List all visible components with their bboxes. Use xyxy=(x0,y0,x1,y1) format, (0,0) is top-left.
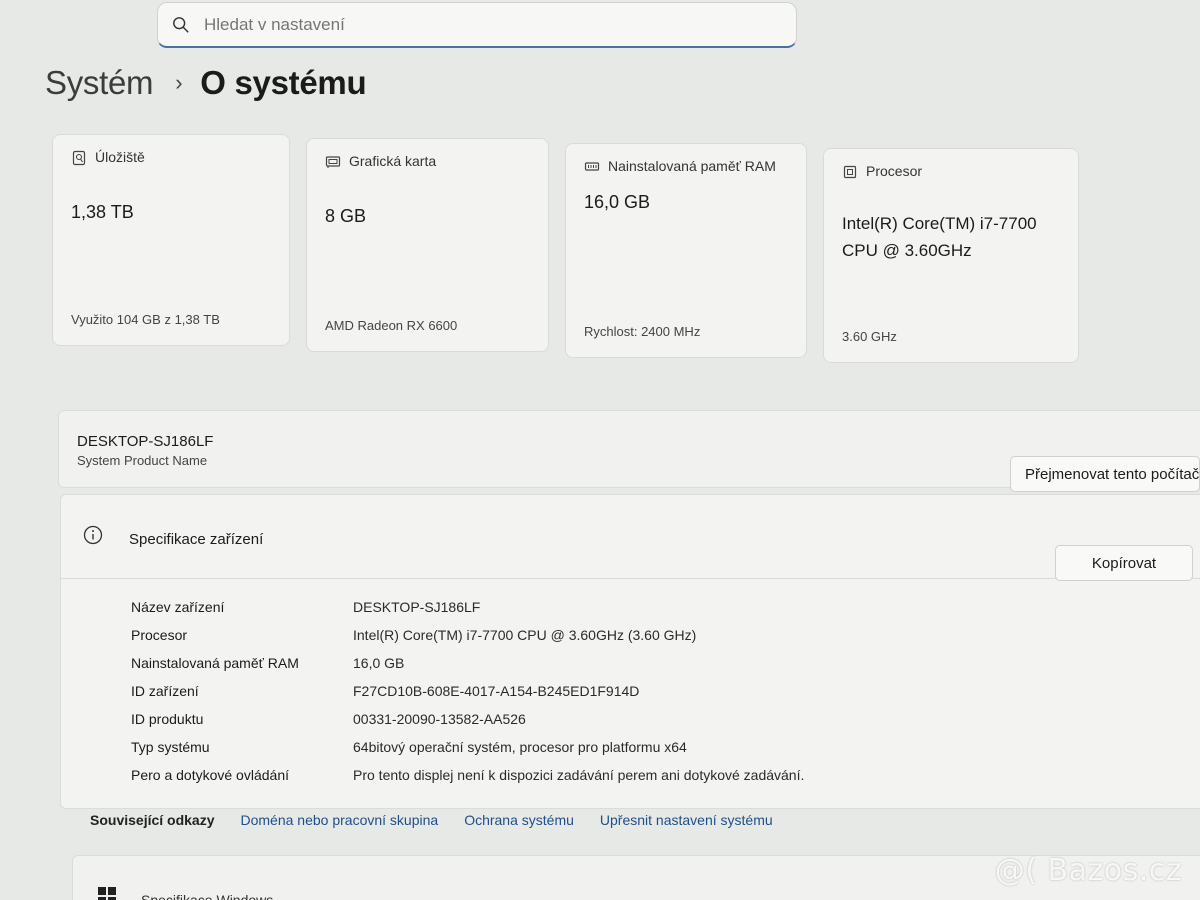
spec-key: Typ systému xyxy=(131,739,210,755)
ram-label: Nainstalovaná paměť RAM xyxy=(608,158,776,174)
breadcrumb: Systém › O systému xyxy=(45,64,367,102)
spec-row: Procesor Intel(R) Core(TM) i7-7700 CPU @ … xyxy=(131,621,991,649)
memory-icon xyxy=(584,162,600,171)
copy-button[interactable]: Kopírovat xyxy=(1055,545,1193,581)
search-input[interactable] xyxy=(204,14,764,35)
related-links: Související odkazy Doména nebo pracovní … xyxy=(90,812,799,828)
page-title: O systému xyxy=(200,64,367,101)
windows-specs-title: Specifikace Windows xyxy=(141,892,274,900)
storage-footer: Využito 104 GB z 1,38 TB xyxy=(71,312,220,327)
spec-key: Název zařízení xyxy=(131,599,225,615)
graphics-card-icon xyxy=(325,156,341,168)
spec-row: Typ systému 64bitový operační systém, pro… xyxy=(131,733,991,761)
spec-key: ID zařízení xyxy=(131,683,199,699)
breadcrumb-root[interactable]: Systém xyxy=(45,64,154,102)
link-domain-workgroup[interactable]: Doména nebo pracovní skupina xyxy=(241,812,439,828)
device-specs-table: Název zařízení DESKTOP-SJ186LF Procesor In… xyxy=(131,593,991,789)
search-box[interactable] xyxy=(157,2,797,48)
search-icon xyxy=(173,16,189,33)
spec-key: ID produktu xyxy=(131,711,204,727)
storage-card[interactable]: Úložiště 1,38 TB Využito 104 GB z 1,38 T… xyxy=(52,134,290,346)
related-links-label: Související odkazy xyxy=(90,812,215,828)
processor-icon xyxy=(843,165,857,179)
device-specs-title: Specifikace zařízení xyxy=(129,531,264,548)
link-system-protection[interactable]: Ochrana systému xyxy=(464,812,574,828)
spec-value: F27CD10B-608E-4017-A154-B245ED1F914D xyxy=(353,683,640,699)
storage-value: 1,38 TB xyxy=(71,202,134,222)
chevron-right-icon: › xyxy=(175,70,183,95)
processor-label: Procesor xyxy=(866,163,923,179)
device-specs-header[interactable]: Specifikace zařízení Kopírovat xyxy=(61,495,1200,581)
storage-label: Úložiště xyxy=(95,149,145,165)
spec-row: Pero a dotykové ovládání Pro tento disple… xyxy=(131,761,991,789)
graphics-card-label: Grafická karta xyxy=(349,153,437,169)
info-icon xyxy=(83,525,103,545)
spec-value: DESKTOP-SJ186LF xyxy=(353,599,481,615)
device-specs-panel: Specifikace zařízení Kopírovat Název zař… xyxy=(60,494,1200,809)
spec-value: 64bitový operační systém, procesor pro p… xyxy=(353,739,687,755)
processor-footer: 3.60 GHz xyxy=(842,329,897,344)
spec-row: Název zařízení DESKTOP-SJ186LF xyxy=(131,593,991,621)
ram-footer: Rychlost: 2400 MHz xyxy=(584,324,701,339)
windows-logo-icon xyxy=(98,887,116,900)
spec-key: Pero a dotykové ovládání xyxy=(131,767,289,783)
processor-value: Intel(R) Core(TM) i7-7700 CPU @ 3.60GHz xyxy=(842,214,1037,260)
watermark: @( Bazos.cz xyxy=(994,853,1182,888)
spec-key: Procesor xyxy=(131,627,188,643)
graphics-card-footer: AMD Radeon RX 6600 xyxy=(325,318,458,333)
ram-value: 16,0 GB xyxy=(584,192,651,212)
spec-value: 00331-20090-13582-AA526 xyxy=(353,711,526,727)
spec-value: Pro tento displej není k dispozici zadáv… xyxy=(353,767,805,783)
spec-value: 16,0 GB xyxy=(353,655,405,671)
spec-value: Intel(R) Core(TM) i7-7700 CPU @ 3.60GHz … xyxy=(353,627,697,643)
spec-row: ID zařízení F27CD10B-608E-4017-A154-B245E… xyxy=(131,677,991,705)
processor-card[interactable]: Procesor Intel(R) Core(TM) i7-7700 CPU @… xyxy=(823,148,1079,363)
storage-icon xyxy=(72,150,86,166)
spec-row: Nainstalovaná paměť RAM 16,0 GB xyxy=(131,649,991,677)
spec-row: ID produktu 00331-20090-13582-AA526 xyxy=(131,705,991,733)
device-name: DESKTOP-SJ186LF xyxy=(77,433,214,450)
graphics-card-value: 8 GB xyxy=(325,206,367,226)
graphics-card-card[interactable]: Grafická karta 8 GB AMD Radeon RX 6600 xyxy=(306,138,549,352)
link-advanced-system-settings[interactable]: Upřesnit nastavení systému xyxy=(600,812,773,828)
spec-key: Nainstalovaná paměť RAM xyxy=(131,655,299,671)
rename-pc-button[interactable]: Přejmenovat tento počítač xyxy=(1010,456,1200,492)
ram-card[interactable]: Nainstalovaná paměť RAM 16,0 GB Rychlost… xyxy=(565,143,807,358)
